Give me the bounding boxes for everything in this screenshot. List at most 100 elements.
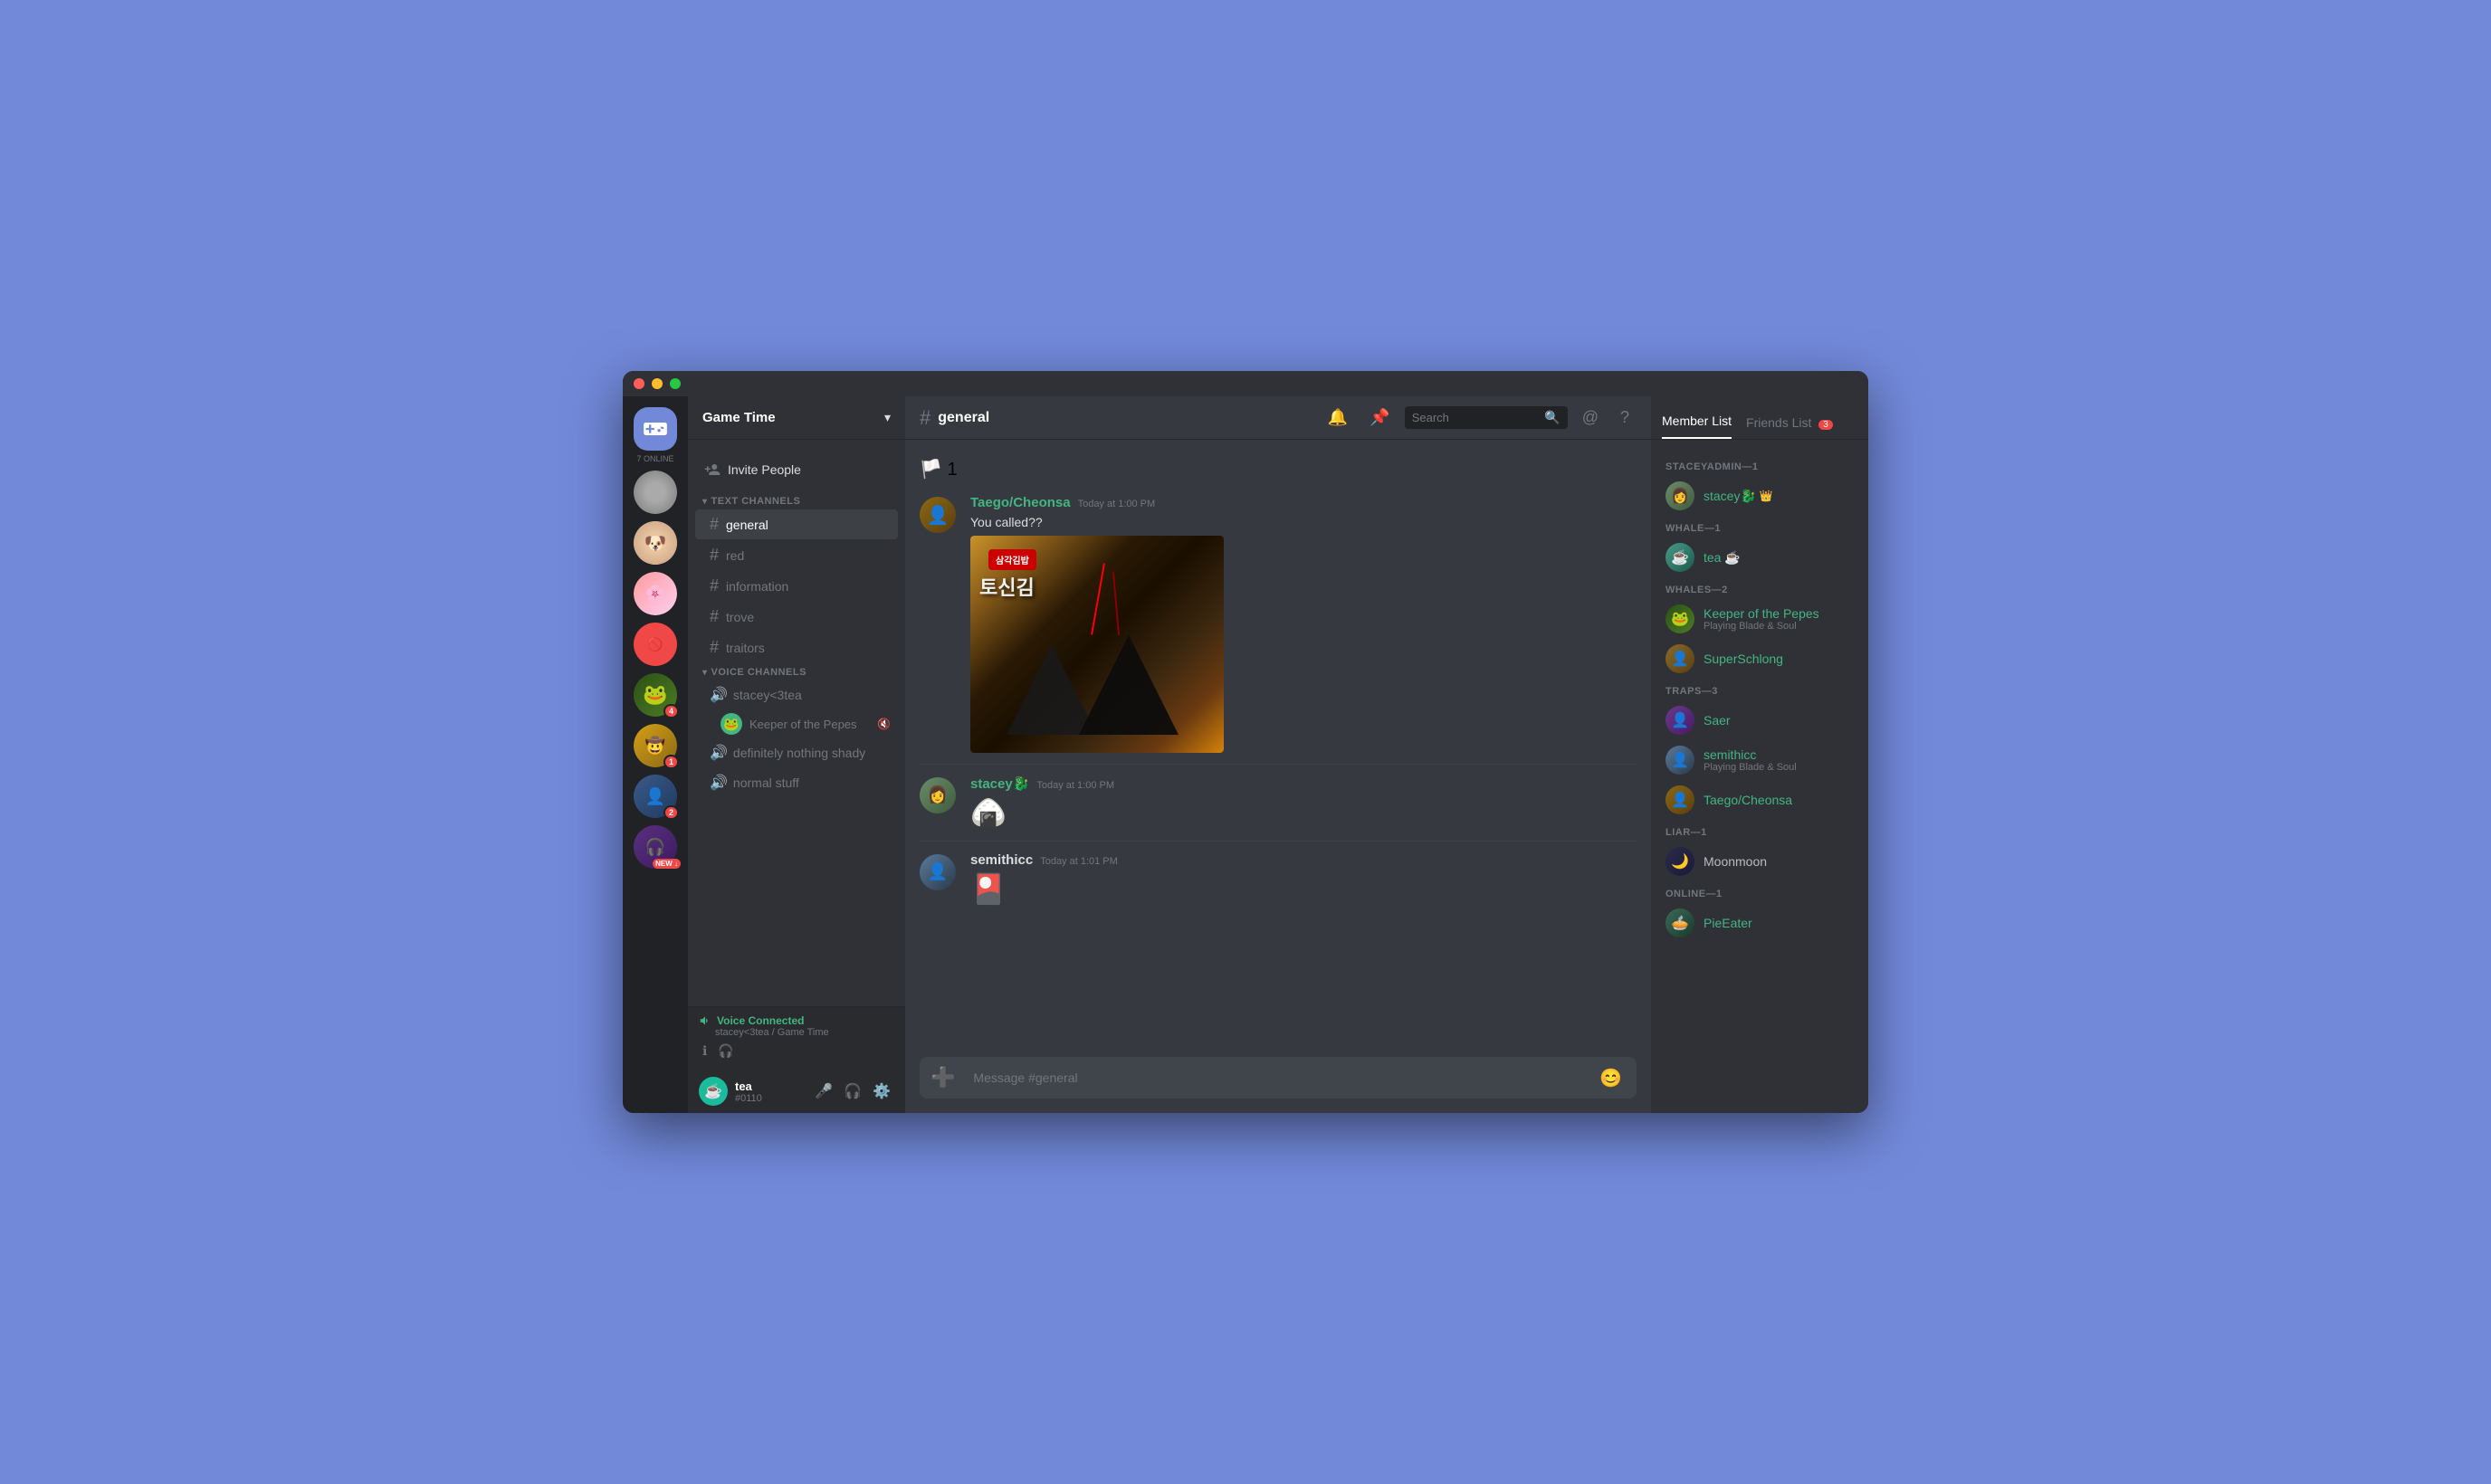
msg-author-taego[interactable]: Taego/Cheonsa [970,495,1071,510]
text-channels-header[interactable]: ▾ TEXT CHANNELS [688,492,905,509]
notification-bell-button[interactable]: 🔔 [1321,404,1355,431]
chat-messages: 🏳️ 1 👤 Taego/Cheonsa Today at 1:00 PM Yo… [905,440,1651,1057]
member-name-pieeater: PieEater [1704,916,1854,930]
add-attachment-button[interactable]: ➕ [920,1057,966,1099]
main-content: # general 🔔 📌 🔍 @ ? 🏳️ 1 👤 [905,371,1651,1113]
voice-controls: ℹ 🎧 [699,1040,894,1062]
voice-info-button[interactable]: ℹ [699,1040,711,1062]
message-group-3: 👤 semithicc Today at 1:01 PM 🎴 [905,849,1651,909]
member-info-pieeater: PieEater [1704,916,1854,930]
member-avatar-saer: 👤 [1665,706,1694,735]
msg-author-stacey[interactable]: stacey🐉 [970,775,1029,792]
invite-people-button[interactable]: Invite People [695,454,898,485]
member-item-keeper[interactable]: 🐸 Keeper of the Pepes Playing Blade & So… [1658,599,1861,639]
close-button[interactable] [634,378,644,389]
member-avatar-tea: ☕ [1665,543,1694,572]
member-item-stacey[interactable]: 👩 stacey🐉 👑 [1658,476,1861,516]
msg-text-1: You called?? [970,514,1637,532]
voice-channel-normal[interactable]: 🔊 normal stuff [695,768,898,797]
emoji-picker-button[interactable]: 😊 [1592,1060,1629,1097]
channel-item-trove[interactable]: # trove [695,602,898,632]
member-item-taego[interactable]: 👤 Taego/Cheonsa [1658,780,1861,820]
server-icon-user1[interactable] [634,471,677,514]
member-avatar-pieeater: 🥧 [1665,908,1694,937]
server-header[interactable]: Game Time ▾ [688,396,905,440]
channel-sidebar: Game Time ▾ Invite People ▾ TEXT CHANNEL… [688,371,905,1113]
voice-channel-shady[interactable]: 🔊 definitely nothing shady [695,738,898,767]
friends-list-badge: 3 [1818,420,1833,430]
msg-timestamp-1: Today at 1:00 PM [1078,499,1156,509]
msg-author-semithicc[interactable]: semithicc [970,852,1033,868]
member-section-traps3: TRAPS—3 [1658,679,1861,700]
msg-avatar-semithicc: 👤 [920,854,956,890]
server-name: Game Time [702,410,776,425]
member-info-tea: tea ☕ [1704,550,1854,566]
server-icon-user3[interactable]: 🌸 [634,572,677,615]
member-name-keeper: Keeper of the Pepes [1704,606,1854,621]
voice-channel-name-normal: normal stuff [733,775,799,790]
msg-avatar-taego: 👤 [920,497,956,533]
member-info-superschlong: SuperSchlong [1704,652,1854,666]
member-name-saer: Saer [1704,713,1854,728]
member-item-pieeater[interactable]: 🥧 PieEater [1658,903,1861,943]
member-name-superschlong: SuperSchlong [1704,652,1854,666]
voice-connected-text: Voice Connected [717,1014,804,1027]
channel-item-traitors[interactable]: # traitors [695,633,898,662]
minimize-button[interactable] [652,378,663,389]
member-section-staceyadmin: STACEYADMIN—1 [1658,454,1861,476]
server-icon-gametime[interactable] [634,407,677,451]
member-tabs: Member List Friends List 3 [1651,396,1868,440]
member-section-online1: ONLINE—1 [1658,881,1861,903]
channel-item-general[interactable]: # general [695,509,898,539]
member-item-moonmoon[interactable]: 🌙 Moonmoon [1658,842,1861,881]
user-actions: 🎤 🎧 ⚙️ [811,1079,894,1104]
member-avatar-moonmoon: 🌙 [1665,847,1694,876]
tab-friends-list[interactable]: Friends List 3 [1746,415,1833,439]
user-footer: ☕ tea #0110 🎤 🎧 ⚙️ [688,1070,905,1113]
pin-button[interactable]: 📌 [1362,404,1397,431]
top-reaction: 🏳️ 1 [905,454,1651,491]
notif-badge-4: 4 [663,704,679,718]
server-icon-user4[interactable]: 🚫 [634,623,677,666]
member-avatar-semithicc-list: 👤 [1665,746,1694,775]
voice-channel-stacey[interactable]: 🔊 stacey<3tea [695,680,898,709]
voice-channels-header[interactable]: ▾ VOICE CHANNELS [688,663,905,680]
deafen-button[interactable]: 🎧 [840,1079,865,1104]
voice-channel-name-stacey: stacey<3tea [733,688,802,702]
member-item-semithicc[interactable]: 👤 semithicc Playing Blade & Soul [1658,740,1861,780]
voice-settings-button[interactable]: 🎧 [714,1040,737,1062]
msg-content-3: semithicc Today at 1:01 PM 🎴 [970,852,1637,906]
channel-item-red[interactable]: # red [695,540,898,570]
member-item-tea[interactable]: ☕ tea ☕ [1658,537,1861,577]
voice-icon: 🔊 [710,686,728,704]
voice-connected-label: Voice Connected [699,1014,894,1027]
member-item-saer[interactable]: 👤 Saer [1658,700,1861,740]
voice-icon: 🔊 [710,744,728,762]
member-section-whale1: WHALE—1 [1658,516,1861,537]
online-count: 7 ONLINE [636,454,673,463]
member-avatar-superschlong: 👤 [1665,644,1694,673]
voice-user-keeper[interactable]: 🐸 Keeper of the Pepes 🔇 [695,710,898,737]
channel-header-name: general [938,410,989,426]
tab-member-list[interactable]: Member List [1662,414,1732,439]
mention-button[interactable]: @ [1575,404,1606,431]
crown-icon: 👑 [1760,490,1773,502]
server-icon-user2[interactable]: 🐶 [634,521,677,565]
member-name-taego: Taego/Cheonsa [1704,793,1854,807]
channel-item-information[interactable]: # information [695,571,898,601]
help-button[interactable]: ? [1613,404,1637,431]
maximize-button[interactable] [670,378,681,389]
msg-emoji-pokeball: 🎴 [970,871,1637,906]
friends-list-label: Friends List [1746,415,1811,430]
chat-input[interactable] [973,1061,1585,1095]
member-section-liar1: LIAR—1 [1658,820,1861,842]
search-input[interactable] [1412,411,1540,424]
member-item-superschlong[interactable]: 👤 SuperSchlong [1658,639,1861,679]
channel-hash-icon: # [920,406,931,430]
mute-button[interactable]: 🎤 [811,1079,836,1104]
msg-divider [920,764,1637,765]
chat-input-box: ➕ 😊 [920,1057,1637,1099]
member-list-content: STACEYADMIN—1 👩 stacey🐉 👑 WHALE—1 ☕ tea … [1651,440,1868,1113]
user-settings-button[interactable]: ⚙️ [869,1079,894,1104]
voice-channel-name-shady: definitely nothing shady [733,746,865,760]
